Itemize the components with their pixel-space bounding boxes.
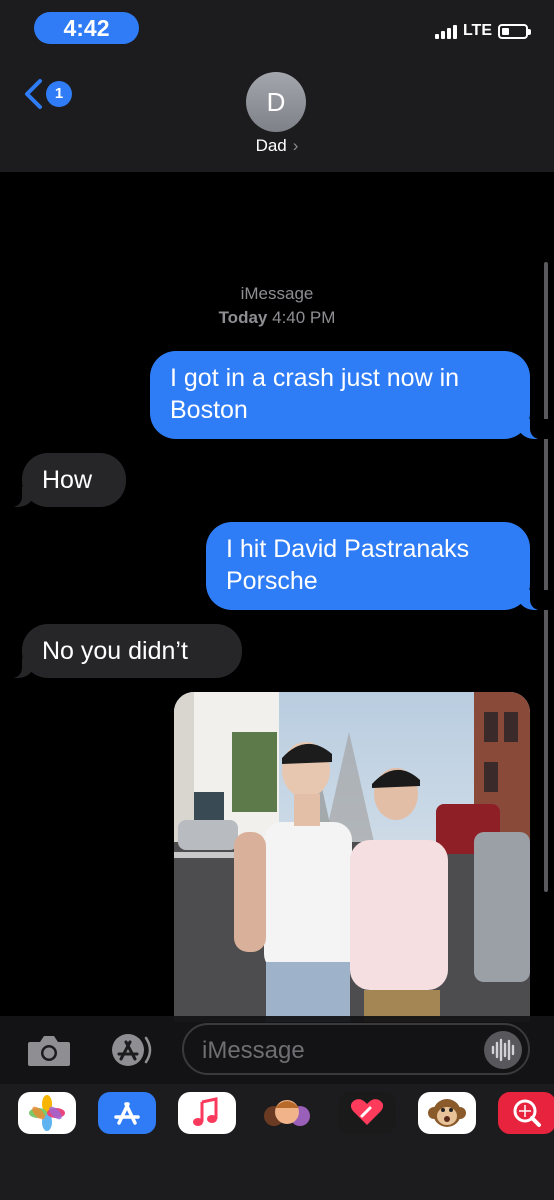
contact-avatar[interactable]: D (246, 72, 306, 132)
battery-icon (498, 23, 531, 39)
contact-name-button[interactable]: Dad › (0, 136, 554, 156)
status-time[interactable]: 4:42 (34, 12, 139, 44)
apps-button[interactable] (104, 1032, 154, 1068)
chevron-left-icon (25, 79, 42, 109)
scrollbar[interactable] (544, 262, 548, 892)
signal-icon (434, 23, 457, 39)
conversation-timestamp: iMessage Today 4:40 PM (0, 282, 554, 330)
web-search-app-button[interactable] (498, 1092, 554, 1134)
service-label: iMessage (240, 284, 314, 303)
music-icon (193, 1097, 218, 1126)
message-input[interactable]: iMessage (182, 1023, 530, 1075)
navigation-header: 4:42 LTE 1 D Dad › (0, 0, 554, 172)
digital-touch-app-button[interactable] (338, 1092, 396, 1134)
animoji-app-button[interactable] (418, 1092, 476, 1134)
status-indicators: LTE (434, 22, 531, 40)
back-button[interactable]: 1 (22, 78, 72, 110)
audio-waveform-icon (491, 1038, 515, 1062)
message-bubble-incoming[interactable]: How (2, 453, 126, 507)
network-label: LTE (462, 22, 492, 39)
photos-icon (29, 1095, 65, 1131)
time-label: 4:40 PM (272, 308, 336, 327)
animoji-icon (428, 1099, 466, 1127)
appstore-icon (112, 1034, 152, 1066)
photo-message[interactable] (174, 692, 530, 1022)
camera-button[interactable] (26, 1034, 72, 1073)
unread-badge: 1 (46, 81, 72, 107)
web-search-icon (513, 1099, 541, 1127)
two-men-on-street-photo (174, 692, 530, 1022)
memoji-app-button[interactable] (258, 1092, 316, 1134)
contact-name: Dad (255, 136, 287, 155)
photos-app-button[interactable] (18, 1092, 76, 1134)
memoji-icon (264, 1100, 310, 1126)
message-bubble-outgoing[interactable]: I hit David Pastranaks Porsche (206, 522, 550, 610)
message-text: No you didn’t (42, 637, 188, 665)
message-bubble-incoming[interactable]: No you didn’t (2, 624, 242, 678)
date-label: Today (218, 308, 268, 327)
music-app-button[interactable] (178, 1092, 236, 1134)
camera-icon (28, 1036, 70, 1066)
appstore-app-button[interactable] (98, 1092, 156, 1134)
message-text: I got in a crash just now in Boston (170, 364, 460, 424)
digital-touch-icon (350, 1099, 384, 1125)
input-placeholder: iMessage (202, 1037, 305, 1064)
voice-message-button[interactable] (484, 1031, 522, 1069)
message-text: How (42, 466, 93, 494)
message-bubble-outgoing[interactable]: I got in a crash just now in Boston (150, 351, 550, 439)
app-drawer (0, 1084, 554, 1200)
chevron-right-icon: › (292, 136, 299, 155)
message-text: I hit David Pastranaks Porsche (226, 535, 470, 595)
appstore-icon (114, 1102, 140, 1125)
message-input-bar: iMessage (0, 1016, 554, 1084)
